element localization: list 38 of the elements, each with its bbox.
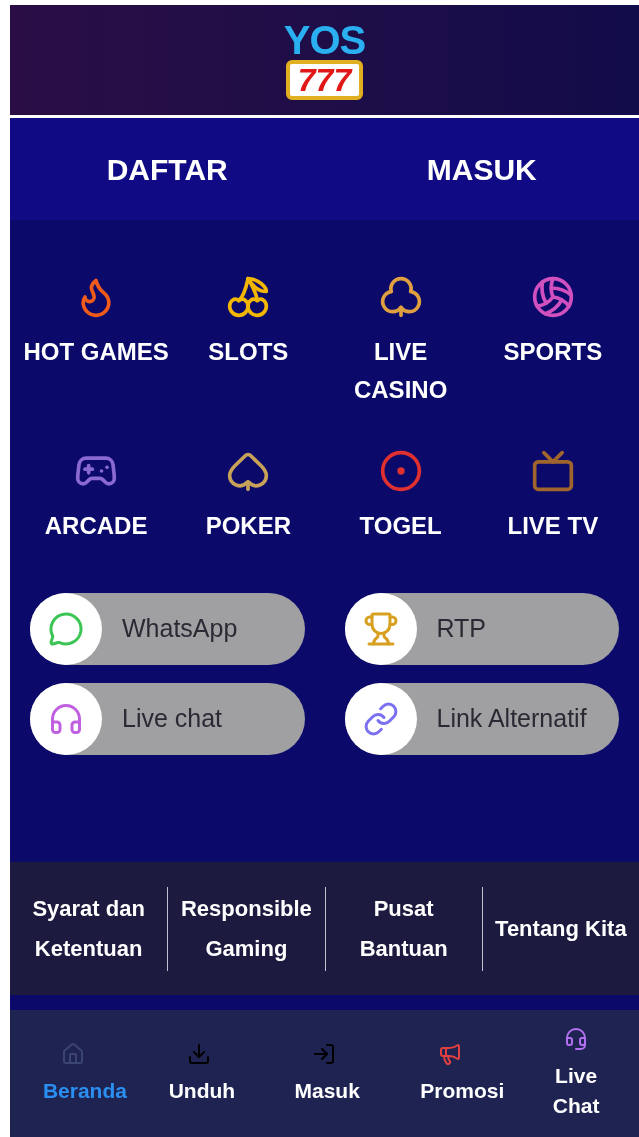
club-icon[interactable] [378,275,423,319]
contact-button[interactable]: RTP [344,593,619,665]
nav-tab[interactable]: Beranda [10,1041,136,1106]
footer-link[interactable]: Responsible Gaming [168,888,325,969]
footer-link[interactable]: Syarat dan Ketentuan [10,888,168,969]
link-icon [362,701,399,737]
tv-icon[interactable] [530,449,575,493]
game-category-label[interactable]: TOGEL [359,507,442,545]
game-category-label[interactable]: SPORTS [503,333,603,371]
headset-icon [564,1026,589,1051]
game-category-label[interactable]: ARCADE [44,507,148,545]
trophy-icon [362,611,399,647]
game-category-label[interactable]: LIVE TV [507,507,599,545]
logo[interactable]: YOS 777 [283,20,366,100]
auth-button[interactable]: DAFTAR [106,146,228,192]
footer-link[interactable]: Pusat Bantuan [325,888,482,969]
download-icon [186,1041,211,1066]
nav-tab[interactable]: Promosi [387,1041,514,1106]
contact-button[interactable]: Link Alternatif [344,683,619,755]
game-category-label[interactable]: POKER [205,507,292,545]
ball-icon[interactable] [378,449,423,493]
contact-button[interactable]: WhatsApp [30,593,305,665]
cherry-icon[interactable] [226,275,271,319]
game-category-label[interactable]: LIVE CASINO [324,333,477,409]
contact-button[interactable]: Live chat [30,683,305,755]
game-category-label[interactable]: HOT GAMES [23,333,169,371]
login-icon [312,1041,337,1066]
game-category-label[interactable]: SLOTS [208,333,289,371]
megaphone-icon [438,1041,463,1066]
footer-link[interactable]: Tentang Kita [491,908,631,949]
home-icon [60,1041,85,1066]
chat-bubble-icon [48,611,84,647]
headset-icon [48,701,84,737]
nav-tab[interactable]: Masuk [261,1041,388,1106]
nav-tab[interactable]: Unduh [135,1041,262,1106]
auth-button[interactable]: MASUK [426,146,537,192]
volleyball-icon[interactable] [530,275,575,319]
nav-tab[interactable]: Live Chat [513,1026,639,1121]
